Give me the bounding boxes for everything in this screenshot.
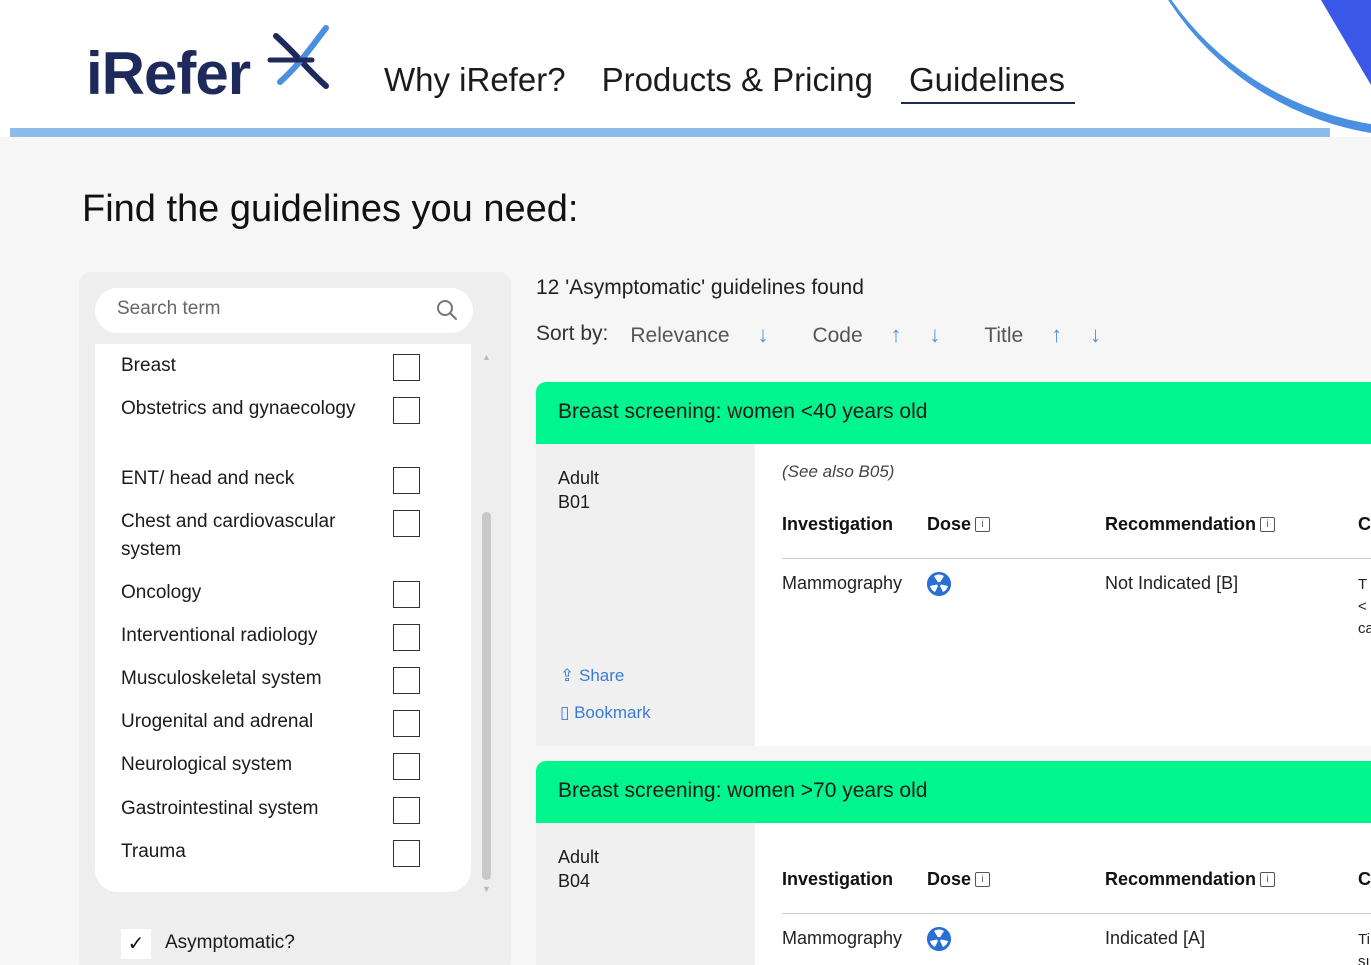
results-count: 12 'Asymptomatic' guidelines found — [536, 276, 864, 299]
filter-checkbox[interactable] — [393, 467, 420, 494]
search-icon[interactable] — [435, 298, 459, 322]
radiation-dose-icon — [927, 572, 951, 596]
guideline-code: B04 — [558, 871, 591, 891]
col-dose: Dose i — [927, 514, 991, 535]
sort-arrow-icon[interactable]: ↓ — [757, 322, 768, 347]
guideline-card: Adult B01 ⇪ Share ▯ Bookmark (See also B… — [536, 444, 1371, 746]
sort-arrow-icon[interactable]: ↓ — [1090, 322, 1101, 347]
filter-checkbox[interactable] — [393, 797, 420, 824]
nav-why-irefer[interactable]: Why iRefer? — [384, 58, 566, 104]
sort-title[interactable]: Title ↑ ↓ — [984, 322, 1123, 348]
col-recommendation: Recommendation i — [1105, 869, 1276, 890]
filter-label: Urogenital and adrenal — [121, 711, 314, 732]
radiation-dose-icon — [927, 927, 951, 951]
filter-label: Breast — [121, 355, 176, 376]
col-comment-clipped: C — [1358, 869, 1371, 889]
main-nav: Why iRefer? Products & Pricing Guideline… — [384, 58, 1111, 104]
filter-label: Obstetrics and gynaecology — [121, 398, 356, 419]
irefer-logo[interactable]: iRefer — [86, 44, 251, 104]
guideline-card-header[interactable]: Breast screening: women >70 years old — [536, 761, 1371, 823]
guideline-title[interactable]: Breast screening: women >70 years old — [558, 779, 927, 803]
page-title: Find the guidelines you need: — [82, 188, 579, 230]
guideline-title[interactable]: Breast screening: women <40 years old — [558, 400, 927, 424]
recommendation-value: Not Indicated [B] — [1105, 573, 1239, 593]
comment-clip-line: ca — [1358, 620, 1371, 637]
share-button[interactable]: ⇪ Share — [560, 666, 624, 686]
checkmark-icon[interactable]: ✓ — [121, 929, 151, 959]
nav-guidelines[interactable]: Guidelines — [901, 58, 1075, 104]
category-filter-list: Breast Obstetrics and gynaecology ENT/ h… — [95, 344, 471, 892]
comment-clip-line: < — [1358, 598, 1367, 615]
filter-label: Neurological system — [121, 754, 293, 775]
col-recommendation: Recommendation i — [1105, 514, 1276, 535]
comment-clip-line: sı — [1358, 953, 1370, 965]
col-investigation: Investigation — [782, 869, 894, 889]
filter-checkbox[interactable] — [393, 354, 420, 381]
header-underline-bar — [10, 128, 1330, 137]
guideline-meta: Adult B01 ⇪ Share ▯ Bookmark — [536, 444, 755, 746]
filter-checkbox[interactable] — [393, 667, 420, 694]
comment-clip-line: T — [1358, 576, 1368, 593]
filter-checkbox[interactable] — [393, 397, 420, 424]
guideline-code: B01 — [558, 492, 591, 512]
guideline-card: Adult B04 Investigation Dose i Recommenda… — [536, 823, 1371, 965]
info-icon[interactable]: i — [1260, 517, 1276, 532]
guideline-meta: Adult B04 — [536, 823, 755, 965]
guideline-age-code: Adult B01 — [558, 466, 599, 514]
scrollbar-thumb[interactable] — [482, 512, 491, 880]
guideline-age: Adult — [558, 468, 600, 488]
recommendation-value: Indicated [A] — [1105, 928, 1206, 948]
col-investigation: Investigation — [782, 514, 894, 534]
sort-relevance[interactable]: Relevance ↓ — [630, 322, 790, 348]
filter-label: Interventional radiology — [121, 625, 318, 646]
see-also-note: (See also B05) — [782, 462, 895, 481]
investigation-value: Mammography — [782, 928, 903, 948]
search-input[interactable] — [117, 298, 437, 320]
sort-arrow-icon[interactable]: ↑ — [1051, 322, 1062, 347]
search-bar — [95, 288, 473, 333]
sort-arrow-icon[interactable]: ↓ — [929, 322, 940, 347]
col-comment-clipped: C — [1358, 514, 1371, 534]
scroll-up-icon[interactable]: ▲ — [482, 352, 491, 362]
filter-label: Oncology — [121, 582, 202, 603]
filter-checkbox[interactable] — [393, 753, 420, 780]
bookmark-icon: ▯ — [560, 703, 570, 722]
info-icon[interactable]: i — [1260, 872, 1276, 887]
guideline-card-header[interactable]: Breast screening: women <40 years old — [536, 382, 1371, 444]
header-decor-corner — [1321, 0, 1371, 85]
share-icon: ⇪ — [560, 666, 575, 685]
info-icon[interactable]: i — [975, 517, 991, 532]
sort-arrow-icon[interactable]: ↑ — [891, 322, 902, 347]
sort-bar: Sort by: Relevance ↓ Code ↑ ↓ Title ↑ ↓ — [536, 322, 1145, 348]
site-header: iRefer Why iRefer? Products & Pricing Gu… — [0, 0, 1371, 137]
table-divider — [782, 913, 1371, 914]
comment-clip-line: Ti — [1358, 931, 1370, 948]
guideline-age-code: Adult B04 — [558, 845, 599, 893]
bookmark-button[interactable]: ▯ Bookmark — [560, 703, 651, 723]
filter-label: Gastrointestinal system — [121, 798, 319, 819]
table-divider — [782, 558, 1371, 559]
col-dose: Dose i — [927, 869, 991, 890]
nav-products-pricing[interactable]: Products & Pricing — [602, 58, 873, 104]
filter-label: Musculoskeletal system — [121, 668, 322, 689]
logo-x-mark-icon — [267, 25, 329, 89]
filter-label: ENT/ head and neck — [121, 468, 295, 489]
filter-checkbox[interactable] — [393, 510, 420, 537]
filter-checkbox[interactable] — [393, 710, 420, 737]
scroll-down-icon[interactable]: ▼ — [482, 884, 491, 894]
filter-label: Trauma — [121, 841, 186, 862]
filter-checkbox[interactable] — [393, 624, 420, 651]
guideline-age: Adult — [558, 847, 600, 867]
sort-label: Sort by: — [536, 322, 609, 345]
filter-checkbox[interactable] — [393, 581, 420, 608]
filter-checkbox[interactable] — [393, 840, 420, 867]
filter-scrollbar[interactable]: ▲ ▼ — [478, 344, 494, 904]
info-icon[interactable]: i — [975, 872, 991, 887]
filter-sidebar: Breast Obstetrics and gynaecology ENT/ h… — [79, 272, 511, 965]
filter-label: Chest and cardiovascular system — [121, 511, 336, 560]
sort-code[interactable]: Code ↑ ↓ — [812, 322, 962, 348]
asymptomatic-label: Asymptomatic? — [165, 932, 295, 953]
investigation-value: Mammography — [782, 573, 903, 593]
